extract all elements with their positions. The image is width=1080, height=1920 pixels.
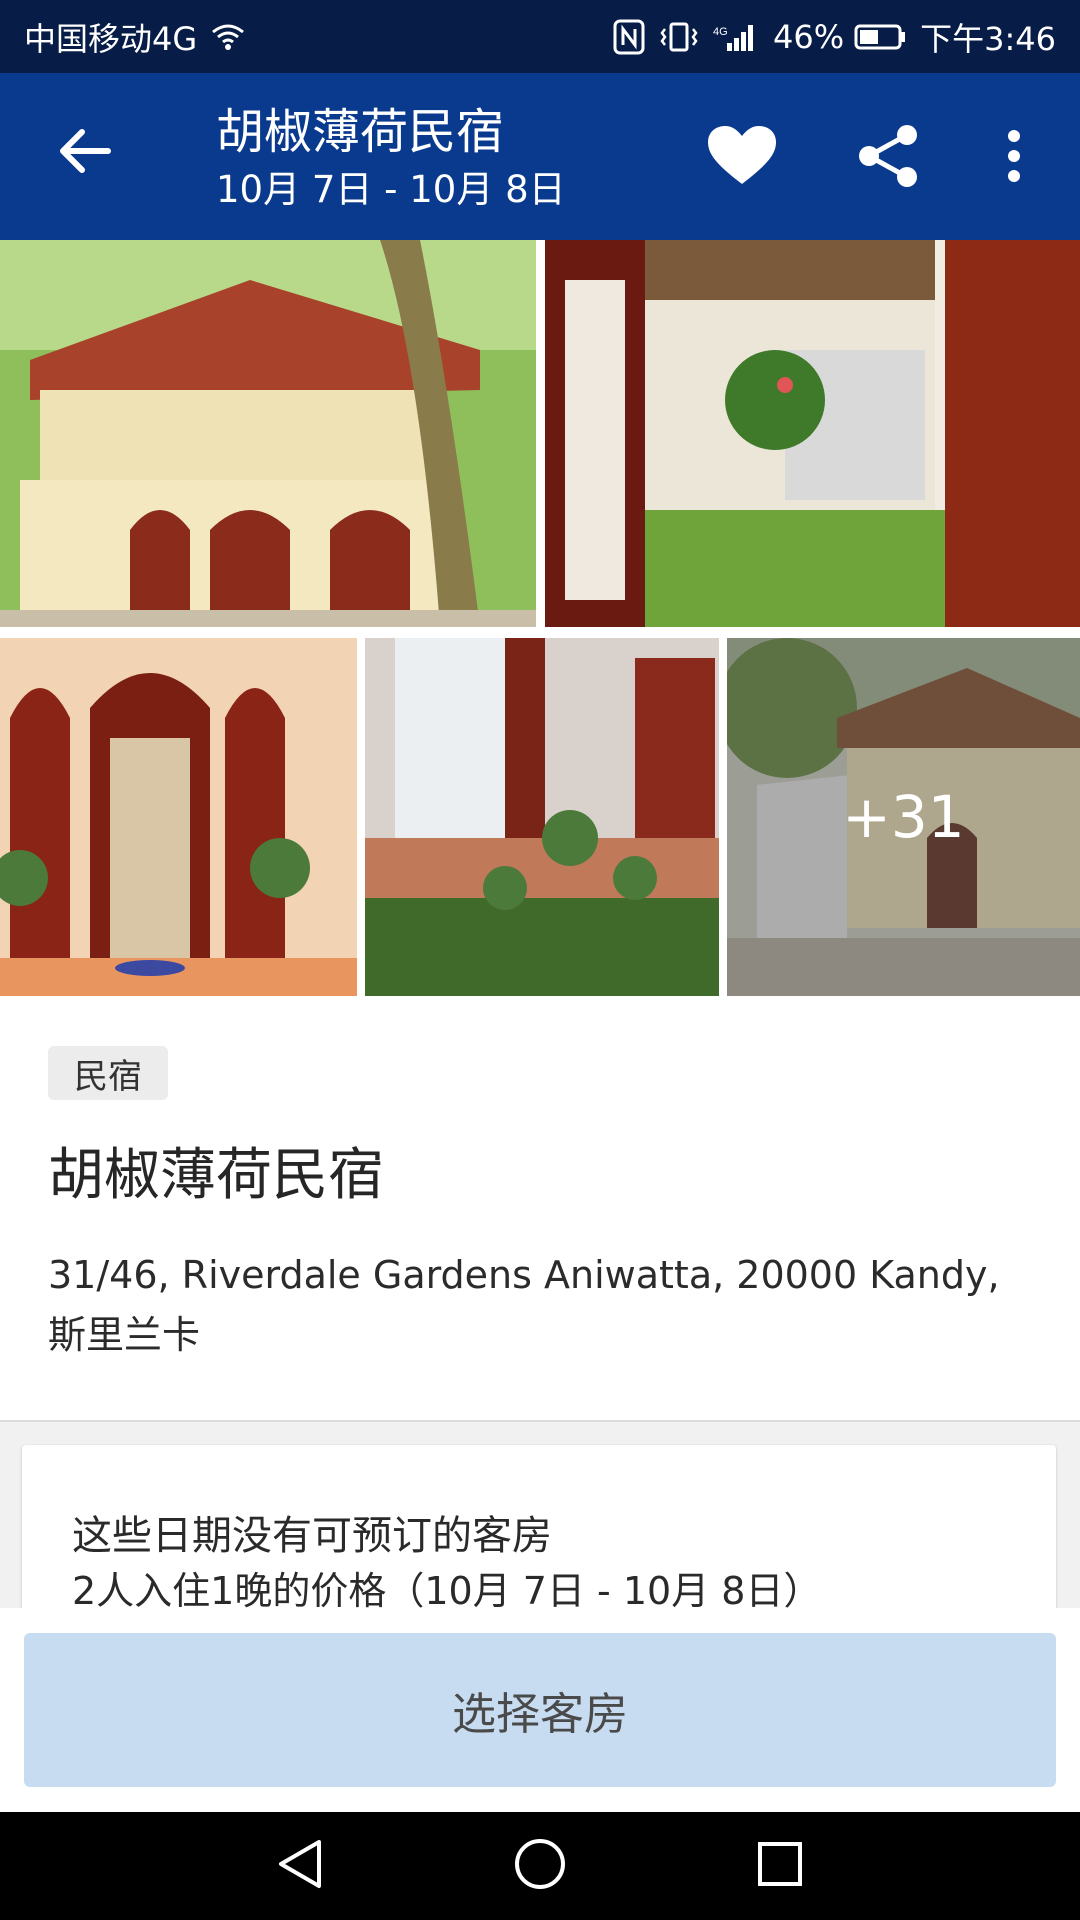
- select-rooms-button[interactable]: 选择客房: [24, 1633, 1056, 1787]
- gallery-photo-more[interactable]: +31: [727, 638, 1080, 996]
- house-exterior-photo: [0, 240, 536, 627]
- entrance-hall-photo: [0, 638, 357, 996]
- back-arrow-icon: [58, 128, 112, 178]
- nav-back-button[interactable]: [265, 1836, 335, 1896]
- page-title: 胡椒薄荷民宿: [216, 104, 505, 160]
- carrier-label: 中国移动4G: [24, 19, 198, 58]
- status-right: 4G 46% 下午3:46: [613, 14, 1056, 60]
- veranda-photo: [365, 638, 719, 996]
- app-bar: 胡椒薄荷民宿 10月 7日 - 10月 8日: [0, 73, 1080, 240]
- gallery-photo[interactable]: [365, 638, 719, 996]
- favorite-button[interactable]: [697, 113, 787, 203]
- vibrate-icon: [659, 21, 699, 53]
- share-button[interactable]: [843, 113, 933, 203]
- price-context: 2人入住1晚的价格（10月 7日 - 10月 8日）: [72, 1569, 822, 1613]
- battery-percent: 46%: [773, 17, 845, 56]
- gallery-photo[interactable]: [0, 638, 357, 996]
- nfc-icon: [613, 19, 645, 55]
- recents-square-icon: [756, 1840, 804, 1892]
- system-nav-bar: [0, 1812, 1080, 1920]
- nav-home-button[interactable]: [505, 1836, 575, 1896]
- gallery-photo[interactable]: [545, 240, 1080, 627]
- status-left: 中国移动4G: [24, 14, 245, 60]
- title-block: 胡椒薄荷民宿 10月 7日 - 10月 8日: [216, 103, 566, 215]
- back-button[interactable]: [50, 123, 120, 183]
- date-range[interactable]: 10月 7日 - 10月 8日: [216, 165, 566, 215]
- property-type-badge: 民宿: [48, 1046, 168, 1100]
- home-circle-icon: [513, 1837, 567, 1895]
- heart-icon: [706, 124, 778, 192]
- property-address[interactable]: 31/46, Riverdale Gardens Aniwatta, 20000…: [48, 1245, 1028, 1365]
- wifi-icon: [211, 23, 245, 51]
- battery-icon: [854, 23, 906, 51]
- svg-text:4G: 4G: [713, 26, 728, 38]
- more-options-button[interactable]: [969, 113, 1059, 203]
- availability-card: 这些日期没有可预订的客房 2人入住1晚的价格（10月 7日 - 10月 8日）: [22, 1445, 1056, 1635]
- garden-view-photo: [545, 240, 1080, 627]
- signal-icon: 4G: [713, 21, 759, 53]
- more-photos-overlay: +31: [727, 638, 1080, 996]
- more-vert-icon: [1007, 129, 1021, 187]
- clock: 下午3:46: [920, 19, 1056, 58]
- status-bar: 中国移动4G 4G 46% 下午3:46: [0, 0, 1080, 73]
- nav-recents-button[interactable]: [745, 1836, 815, 1896]
- back-triangle-icon: [275, 1838, 325, 1894]
- share-icon: [855, 123, 921, 193]
- gallery-photo[interactable]: [0, 240, 536, 627]
- battery-group: 46%: [773, 18, 906, 56]
- property-name: 胡椒薄荷民宿: [48, 1143, 384, 1208]
- no-rooms-message: 这些日期没有可预订的客房: [72, 1513, 552, 1559]
- more-photos-count: +31: [842, 783, 965, 851]
